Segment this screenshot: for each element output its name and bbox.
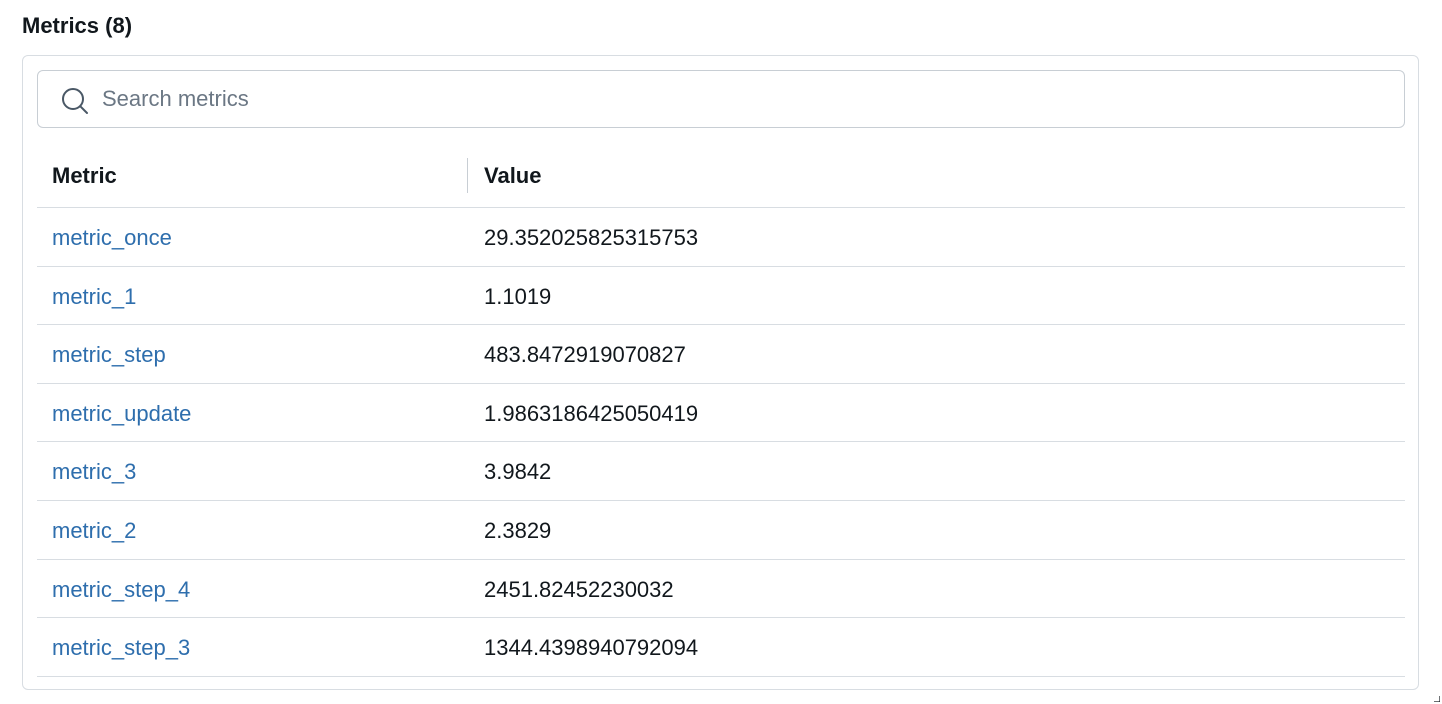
metric-value: 2.3829 [484,517,552,543]
metric-link[interactable]: metric_3 [52,442,136,502]
metric-value: 1344.4398940792094 [484,635,699,661]
metric-link[interactable]: metric_2 [52,501,136,561]
search-icon [62,88,88,114]
table-row: metric_step_3 1344.4398940792094 [37,618,1405,677]
metric-value: 1.9863186425050419 [484,400,699,426]
table-row: metric_3 3.9842 [37,442,1405,501]
search-input[interactable] [102,79,1382,119]
metric-value: 29.352025825315753 [484,225,699,250]
table-row: metric_update 1.9863186425050419 [37,384,1405,443]
metric-value: 2451.82452230032 [484,576,674,602]
column-resize-handle[interactable] [467,158,468,193]
metrics-panel: Metric Value metric_once 29.352025825315… [22,55,1419,690]
table-row: metric_2 2.3829 [37,501,1405,560]
table-row: metric_once 29.352025825315753 [37,208,1405,267]
section-title: Metrics (8) [22,13,133,38]
table-row: metric_step_4 2451.82452230032 [37,560,1405,619]
metric-value: 1.1019 [484,283,552,309]
metric-link[interactable]: metric_step_4 [52,560,190,620]
search-box[interactable] [37,70,1405,128]
metric-value: 3.9842 [484,459,552,485]
column-header-metric[interactable]: Metric [52,136,117,207]
table-row: metric_step 483.8472919070827 [37,325,1405,384]
metric-link[interactable]: metric_update [52,384,191,444]
metric-link[interactable]: metric_step_3 [52,618,190,678]
table-row: metric_1 1.1019 [37,267,1405,326]
metric-value: 483.8472919070827 [484,342,686,368]
metric-link[interactable]: metric_1 [52,267,136,327]
metric-link[interactable]: metric_once [52,208,172,268]
table-header: Metric Value [37,136,1405,208]
column-header-value[interactable]: Value [484,136,541,207]
resize-grip-icon[interactable] [1434,696,1440,702]
metrics-table: Metric Value metric_once 29.352025825315… [37,136,1405,677]
metric-link[interactable]: metric_step [52,325,166,385]
